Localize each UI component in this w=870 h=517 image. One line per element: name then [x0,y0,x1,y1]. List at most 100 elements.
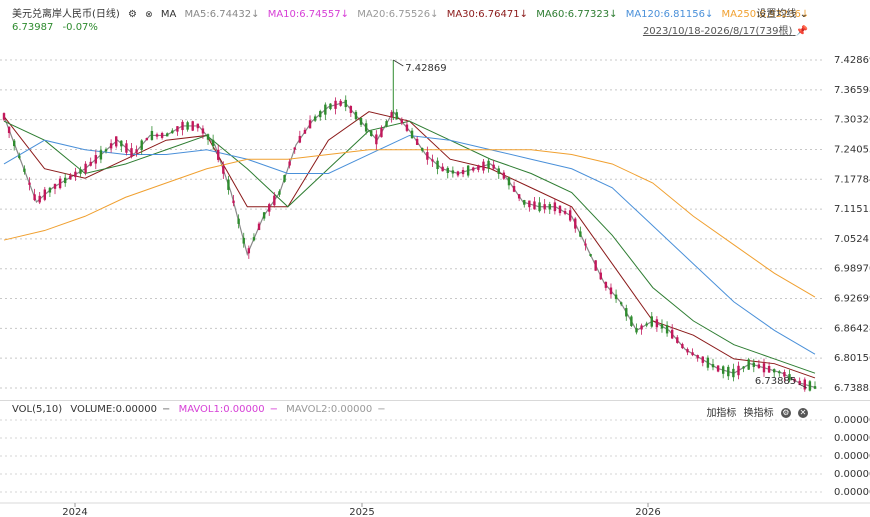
candle-body [329,103,332,110]
candle-body [538,202,541,212]
candle-body [349,106,353,113]
candle-body [604,281,608,288]
candle-body [630,316,633,327]
candle-body [568,210,572,221]
candle-body [737,365,740,376]
candle-body [13,140,16,147]
volume-legend: VOL(5,10) VOLUME:0.00000− MAVOL1:0.00000… [12,404,386,415]
candle-body [466,165,470,176]
candle-body [222,165,225,174]
candle-body [574,218,577,229]
candle-body [109,143,113,149]
candle-body [370,130,373,136]
candle-body [211,139,215,147]
candle-body [58,178,62,189]
candle-body [339,100,342,106]
series-line-ma250 [3,149,816,298]
candle-body [803,379,806,390]
y-tick-label: 7.11513 [834,204,870,215]
candle-body [252,237,256,241]
candle-body [69,175,72,180]
close-icon[interactable]: ✕ [798,408,808,418]
candle-body [308,120,312,129]
candle-body [48,187,52,193]
candle-body [563,211,567,214]
candle-body [94,155,98,164]
candle-body [502,172,506,179]
settings-icon[interactable]: ⚙ [780,408,791,418]
candle-body [120,140,123,147]
candle-body [380,127,383,138]
candle-body [752,362,755,367]
candle-body [155,134,159,137]
candle-body [487,160,490,169]
candle-body [523,200,526,205]
candle-body [99,150,103,160]
candle-body [676,337,679,343]
add-indicator-button[interactable]: 加指标 [706,408,736,419]
candle-body [390,112,393,118]
candle-body [456,171,460,176]
candle-body [53,183,57,189]
candle-body [701,356,704,363]
candle-body [431,159,434,162]
switch-indicator-button[interactable]: 换指标 [744,408,774,419]
candle-body [257,223,261,231]
candle-body [186,122,189,130]
candle-body [635,328,638,333]
candle-body [451,170,455,174]
candle-body [364,123,368,132]
min-value-label: 6.73885 [755,376,796,387]
candle-body [446,167,449,173]
y-tick-label: 7.24055 [834,144,870,155]
candle-body [772,369,776,373]
candle-body [747,359,750,370]
candle-body [7,126,11,134]
candle-body [727,366,730,377]
x-tick-label: 2024 [62,507,87,517]
candle-body [395,112,398,120]
volume-y-tick-label: 0.000000 [834,433,870,444]
candle-body [507,177,511,186]
candle-body [217,149,220,160]
candle-body [650,316,653,327]
candle-body [18,155,21,159]
candle-body [813,386,817,389]
price-chart[interactable]: 7.42869 7.36598 7.30326 7.24055 7.17784 7.115… [0,0,870,517]
candle-body [191,121,194,131]
candle-body [43,189,47,200]
candle-body [742,366,745,369]
candle-body [313,116,317,121]
y-tick-label: 6.98970 [834,264,870,275]
candle-body [283,175,286,182]
candle-body [579,231,582,237]
candle-body [711,364,715,368]
candle-body [334,100,337,109]
candle-body [492,164,495,169]
candle-body [625,308,628,317]
candle-body [166,133,169,137]
candle-body [681,344,684,349]
candle-body [757,364,761,369]
candle-body [696,355,699,359]
candle-body [64,177,67,184]
candle-body [512,185,516,192]
candle-body [84,163,87,173]
candle-body [517,194,521,199]
candle-body [670,329,674,339]
candle-body [206,134,210,140]
candle-body [160,132,164,138]
x-tick-label: 2026 [635,507,660,517]
y-tick-label: 7.05241 [834,234,870,245]
candle-body [375,134,378,145]
pane-divider[interactable] [0,400,870,401]
candle-body [543,204,546,210]
volume-tools: 加指标 换指标 ⚙ ✕ [702,404,808,419]
candle-body [201,128,205,134]
candle-body [553,202,557,212]
candle-body [176,126,179,132]
candle-body [732,368,735,378]
candle-body [436,160,439,170]
y-tick-label: 7.30326 [834,115,870,126]
candle-body [288,161,291,166]
